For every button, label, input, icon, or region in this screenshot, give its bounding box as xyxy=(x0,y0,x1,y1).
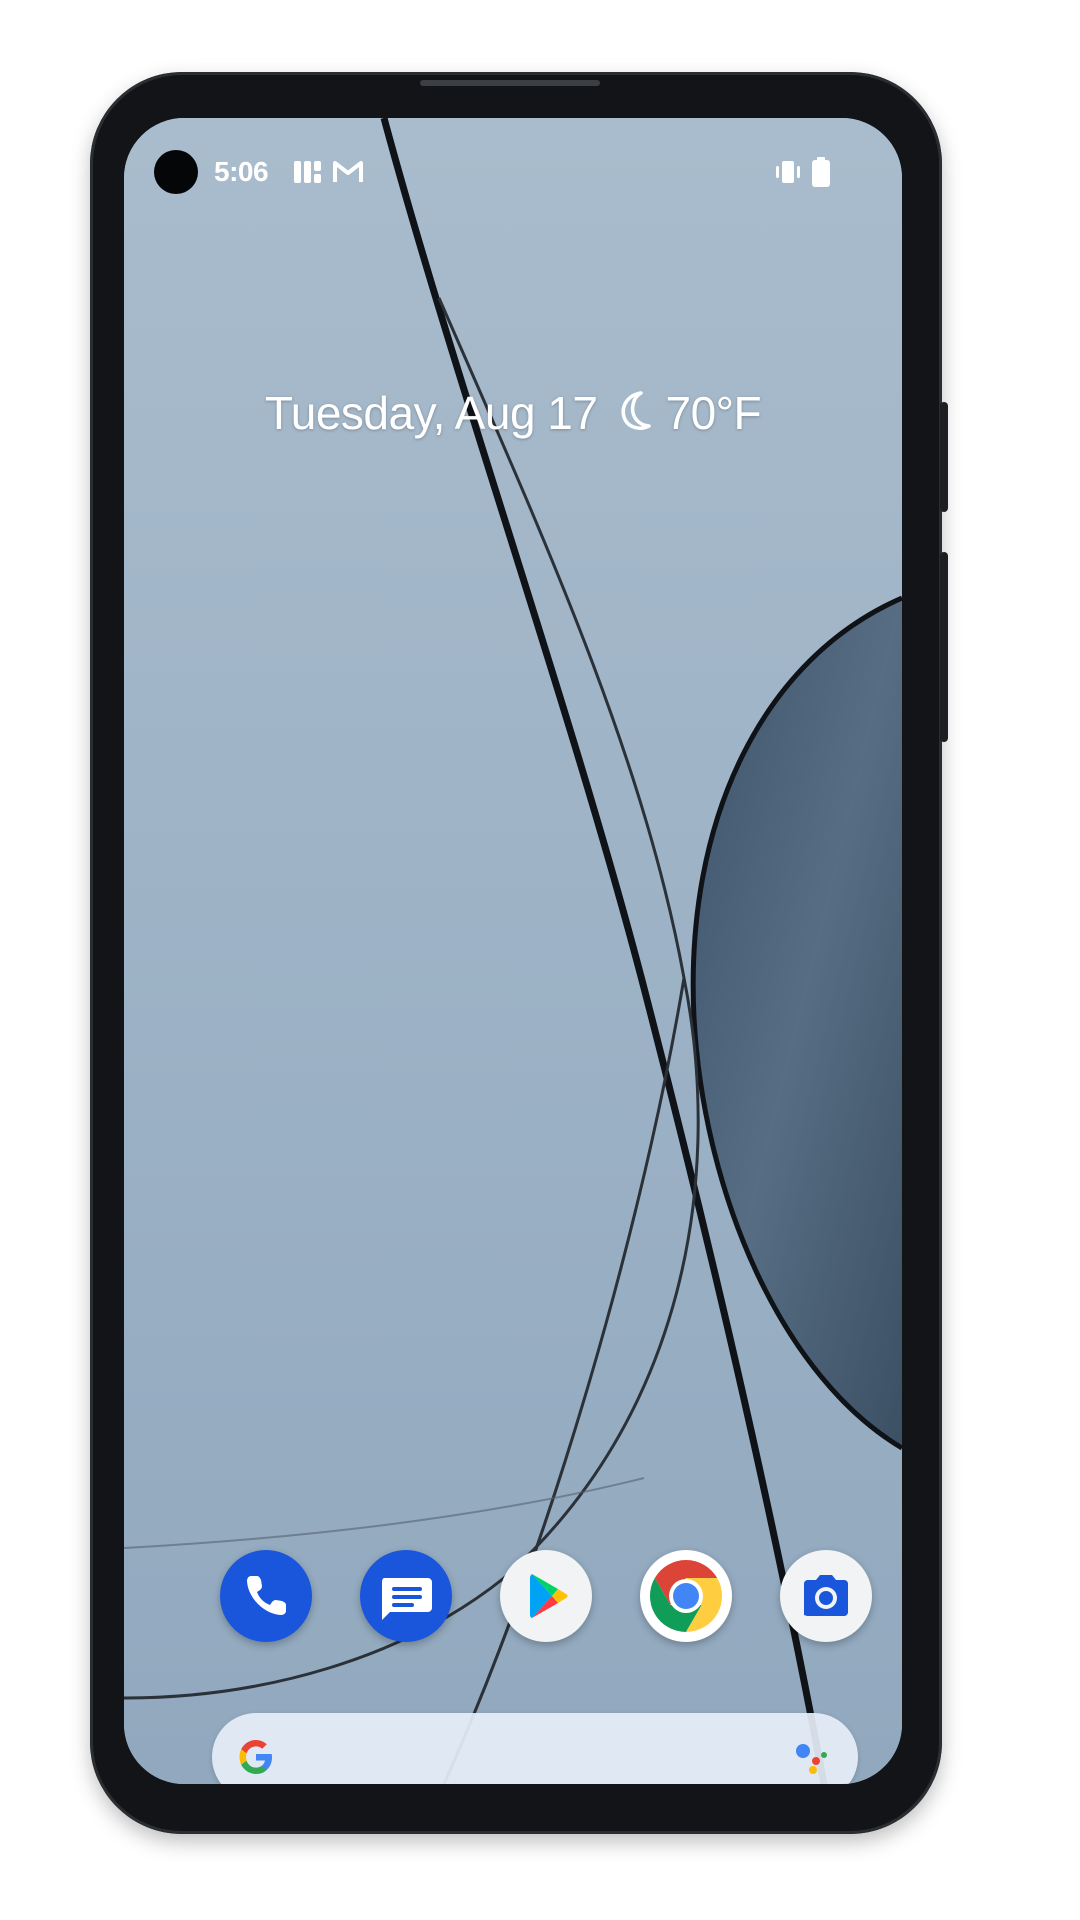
google-g-icon[interactable] xyxy=(234,1735,278,1779)
volume-rocker xyxy=(940,552,948,742)
earpiece-speaker xyxy=(420,80,600,86)
moon-icon xyxy=(615,389,655,444)
battery-icon xyxy=(810,156,832,193)
chrome-icon xyxy=(649,1560,723,1632)
messages-icon xyxy=(382,1578,432,1620)
google-search-bar[interactable] xyxy=(212,1713,858,1784)
camera-icon xyxy=(804,1575,848,1616)
status-time: 5:06 xyxy=(214,156,269,187)
wallpaper xyxy=(124,118,902,1784)
play-store-icon xyxy=(530,1574,568,1618)
app-dock xyxy=(124,1550,902,1660)
phone-app-icon[interactable] xyxy=(220,1550,312,1642)
fitbit-icon xyxy=(292,156,324,188)
status-bar: 5:06 xyxy=(124,118,902,214)
vibrate-icon xyxy=(772,156,804,193)
camera-app-icon[interactable] xyxy=(780,1550,872,1642)
front-camera-cutout xyxy=(154,150,198,194)
phone-device: 5:06 Tuesday, Aug 17 70°F xyxy=(90,72,948,1834)
home-screen: 5:06 Tuesday, Aug 17 70°F xyxy=(124,118,902,1784)
phone-icon xyxy=(247,1576,286,1615)
at-a-glance-widget[interactable]: Tuesday, Aug 17 70°F xyxy=(124,386,902,444)
play-store-app-icon[interactable] xyxy=(500,1550,592,1642)
google-assistant-icon[interactable] xyxy=(792,1737,832,1777)
gmail-icon xyxy=(332,156,364,188)
chrome-app-icon[interactable] xyxy=(640,1550,732,1642)
temperature-text[interactable]: 70°F xyxy=(665,387,761,439)
messages-app-icon[interactable] xyxy=(360,1550,452,1642)
date-text[interactable]: Tuesday, Aug 17 xyxy=(265,387,598,439)
power-button xyxy=(940,402,948,512)
